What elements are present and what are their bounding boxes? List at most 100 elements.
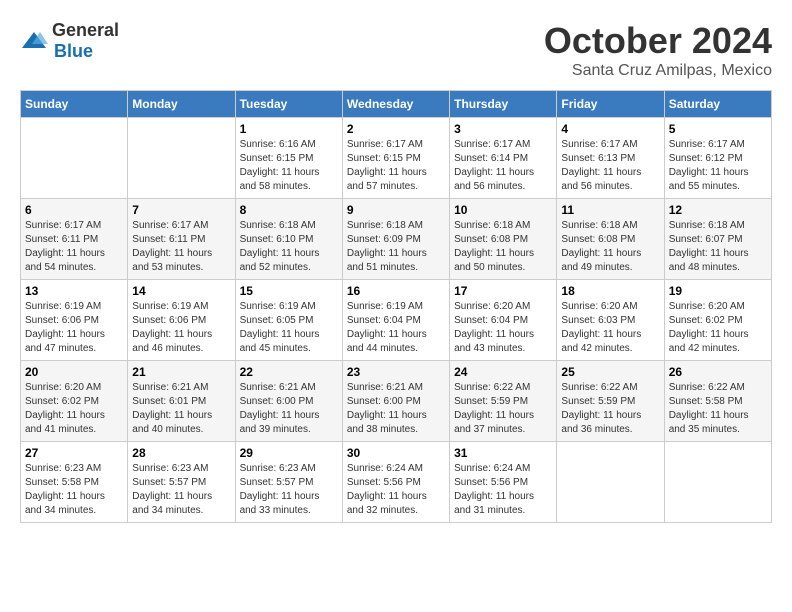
day-number: 24: [454, 365, 552, 379]
calendar-cell: 12Sunrise: 6:18 AM Sunset: 6:07 PM Dayli…: [664, 199, 771, 280]
day-info: Sunrise: 6:21 AM Sunset: 6:00 PM Dayligh…: [240, 381, 338, 437]
day-info: Sunrise: 6:17 AM Sunset: 6:13 PM Dayligh…: [561, 138, 659, 194]
calendar-cell: 31 Sunrise: 6:24 AM Sunset: 5:56 PM Dayli…: [450, 442, 557, 523]
calendar-cell: 30Sunrise: 6:24 AM Sunset: 5:56 PM Dayli…: [342, 442, 449, 523]
day-info: Sunrise: 6:18 AM Sunset: 6:08 PM Dayligh…: [454, 219, 552, 275]
day-info: Sunrise: 6:19 AM Sunset: 6:05 PM Dayligh…: [240, 300, 338, 356]
day-info: Sunrise: 6:19 AM Sunset: 6:04 PM Dayligh…: [347, 300, 445, 356]
calendar-table: SundayMondayTuesdayWednesdayThursdayFrid…: [20, 90, 772, 523]
calendar-cell: 23 Sunrise: 6:21 AM Sunset: 6:00 PM Dayli…: [342, 361, 449, 442]
day-number: 7: [132, 203, 230, 217]
day-info: Sunrise: 6:19 AM Sunset: 6:06 PM Dayligh…: [132, 300, 230, 356]
logo: General Blue: [20, 20, 119, 62]
page-header: General Blue October 2024 Santa Cruz Ami…: [20, 20, 772, 80]
day-number: 15: [240, 284, 338, 298]
header-thursday: Thursday: [450, 91, 557, 118]
day-info: Sunrise: 6:23 AM Sunset: 5:57 PM Dayligh…: [132, 462, 230, 518]
calendar-cell: 28 Sunrise: 6:23 AM Sunset: 5:57 PM Dayli…: [128, 442, 235, 523]
calendar-cell: 16 Sunrise: 6:19 AM Sunset: 6:04 PM Dayli…: [342, 280, 449, 361]
week-row-2: 13 Sunrise: 6:19 AM Sunset: 6:06 PM Dayli…: [21, 280, 772, 361]
day-number: 10: [454, 203, 552, 217]
day-info: Sunrise: 6:20 AM Sunset: 6:02 PM Dayligh…: [669, 300, 767, 356]
day-number: 2: [347, 122, 445, 136]
header-sunday: Sunday: [21, 91, 128, 118]
calendar-cell: 18Sunrise: 6:20 AM Sunset: 6:03 PM Dayli…: [557, 280, 664, 361]
calendar-cell: 4 Sunrise: 6:17 AM Sunset: 6:13 PM Daylig…: [557, 118, 664, 199]
day-number: 28: [132, 446, 230, 460]
title-area: October 2024 Santa Cruz Amilpas, Mexico: [544, 20, 772, 80]
day-number: 16: [347, 284, 445, 298]
day-number: 14: [132, 284, 230, 298]
day-info: Sunrise: 6:24 AM Sunset: 5:56 PM Dayligh…: [454, 462, 552, 518]
day-number: 20: [25, 365, 123, 379]
logo-text-blue: Blue: [54, 41, 93, 61]
day-info: Sunrise: 6:17 AM Sunset: 6:12 PM Dayligh…: [669, 138, 767, 194]
day-number: 25: [561, 365, 659, 379]
calendar-cell: [128, 118, 235, 199]
day-number: 17: [454, 284, 552, 298]
calendar-cell: 24 Sunrise: 6:22 AM Sunset: 5:59 PM Dayli…: [450, 361, 557, 442]
day-info: Sunrise: 6:17 AM Sunset: 6:14 PM Dayligh…: [454, 138, 552, 194]
calendar-cell: 20 Sunrise: 6:20 AM Sunset: 6:02 PM Dayli…: [21, 361, 128, 442]
day-number: 27: [25, 446, 123, 460]
day-number: 6: [25, 203, 123, 217]
day-number: 4: [561, 122, 659, 136]
calendar-cell: 19 Sunrise: 6:20 AM Sunset: 6:02 PM Dayli…: [664, 280, 771, 361]
day-info: Sunrise: 6:16 AM Sunset: 6:15 PM Dayligh…: [240, 138, 338, 194]
day-info: Sunrise: 6:18 AM Sunset: 6:10 PM Dayligh…: [240, 219, 338, 275]
day-number: 19: [669, 284, 767, 298]
calendar-cell: 1Sunrise: 6:16 AM Sunset: 6:15 PM Daylig…: [235, 118, 342, 199]
week-row-1: 6 Sunrise: 6:17 AM Sunset: 6:11 PM Daylig…: [21, 199, 772, 280]
logo-text-general: General: [52, 20, 119, 40]
location-title: Santa Cruz Amilpas, Mexico: [544, 62, 772, 80]
week-row-0: 1Sunrise: 6:16 AM Sunset: 6:15 PM Daylig…: [21, 118, 772, 199]
day-info: Sunrise: 6:18 AM Sunset: 6:07 PM Dayligh…: [669, 219, 767, 275]
calendar-cell: [557, 442, 664, 523]
day-number: 21: [132, 365, 230, 379]
day-number: 18: [561, 284, 659, 298]
calendar-cell: 5Sunrise: 6:17 AM Sunset: 6:12 PM Daylig…: [664, 118, 771, 199]
logo-icon: [20, 30, 48, 52]
calendar-cell: 10 Sunrise: 6:18 AM Sunset: 6:08 PM Dayli…: [450, 199, 557, 280]
week-row-4: 27 Sunrise: 6:23 AM Sunset: 5:58 PM Dayli…: [21, 442, 772, 523]
header-wednesday: Wednesday: [342, 91, 449, 118]
day-number: 23: [347, 365, 445, 379]
calendar-cell: 13Sunrise: 6:19 AM Sunset: 6:06 PM Dayli…: [21, 280, 128, 361]
calendar-cell: 14 Sunrise: 6:19 AM Sunset: 6:06 PM Dayli…: [128, 280, 235, 361]
day-info: Sunrise: 6:22 AM Sunset: 5:58 PM Dayligh…: [669, 381, 767, 437]
day-info: Sunrise: 6:17 AM Sunset: 6:11 PM Dayligh…: [132, 219, 230, 275]
header-saturday: Saturday: [664, 91, 771, 118]
day-info: Sunrise: 6:24 AM Sunset: 5:56 PM Dayligh…: [347, 462, 445, 518]
calendar-cell: [664, 442, 771, 523]
day-number: 26: [669, 365, 767, 379]
day-number: 8: [240, 203, 338, 217]
day-number: 29: [240, 446, 338, 460]
calendar-body: 1Sunrise: 6:16 AM Sunset: 6:15 PM Daylig…: [21, 118, 772, 523]
calendar-cell: 2 Sunrise: 6:17 AM Sunset: 6:15 PM Daylig…: [342, 118, 449, 199]
calendar-cell: [21, 118, 128, 199]
day-info: Sunrise: 6:18 AM Sunset: 6:09 PM Dayligh…: [347, 219, 445, 275]
day-info: Sunrise: 6:21 AM Sunset: 6:00 PM Dayligh…: [347, 381, 445, 437]
calendar-cell: 3 Sunrise: 6:17 AM Sunset: 6:14 PM Daylig…: [450, 118, 557, 199]
calendar-cell: 27 Sunrise: 6:23 AM Sunset: 5:58 PM Dayli…: [21, 442, 128, 523]
month-title: October 2024: [544, 20, 772, 62]
calendar-cell: 9 Sunrise: 6:18 AM Sunset: 6:09 PM Daylig…: [342, 199, 449, 280]
calendar-cell: 7 Sunrise: 6:17 AM Sunset: 6:11 PM Daylig…: [128, 199, 235, 280]
day-info: Sunrise: 6:20 AM Sunset: 6:02 PM Dayligh…: [25, 381, 123, 437]
day-info: Sunrise: 6:22 AM Sunset: 5:59 PM Dayligh…: [454, 381, 552, 437]
day-number: 3: [454, 122, 552, 136]
header-monday: Monday: [128, 91, 235, 118]
day-info: Sunrise: 6:20 AM Sunset: 6:04 PM Dayligh…: [454, 300, 552, 356]
day-info: Sunrise: 6:23 AM Sunset: 5:57 PM Dayligh…: [240, 462, 338, 518]
day-number: 13: [25, 284, 123, 298]
day-number: 31: [454, 446, 552, 460]
calendar-cell: 26 Sunrise: 6:22 AM Sunset: 5:58 PM Dayli…: [664, 361, 771, 442]
day-info: Sunrise: 6:23 AM Sunset: 5:58 PM Dayligh…: [25, 462, 123, 518]
day-info: Sunrise: 6:17 AM Sunset: 6:15 PM Dayligh…: [347, 138, 445, 194]
day-number: 9: [347, 203, 445, 217]
header-friday: Friday: [557, 91, 664, 118]
week-row-3: 20 Sunrise: 6:20 AM Sunset: 6:02 PM Dayli…: [21, 361, 772, 442]
calendar-cell: 25Sunrise: 6:22 AM Sunset: 5:59 PM Dayli…: [557, 361, 664, 442]
day-number: 22: [240, 365, 338, 379]
calendar-cell: 6Sunrise: 6:17 AM Sunset: 6:11 PM Daylig…: [21, 199, 128, 280]
